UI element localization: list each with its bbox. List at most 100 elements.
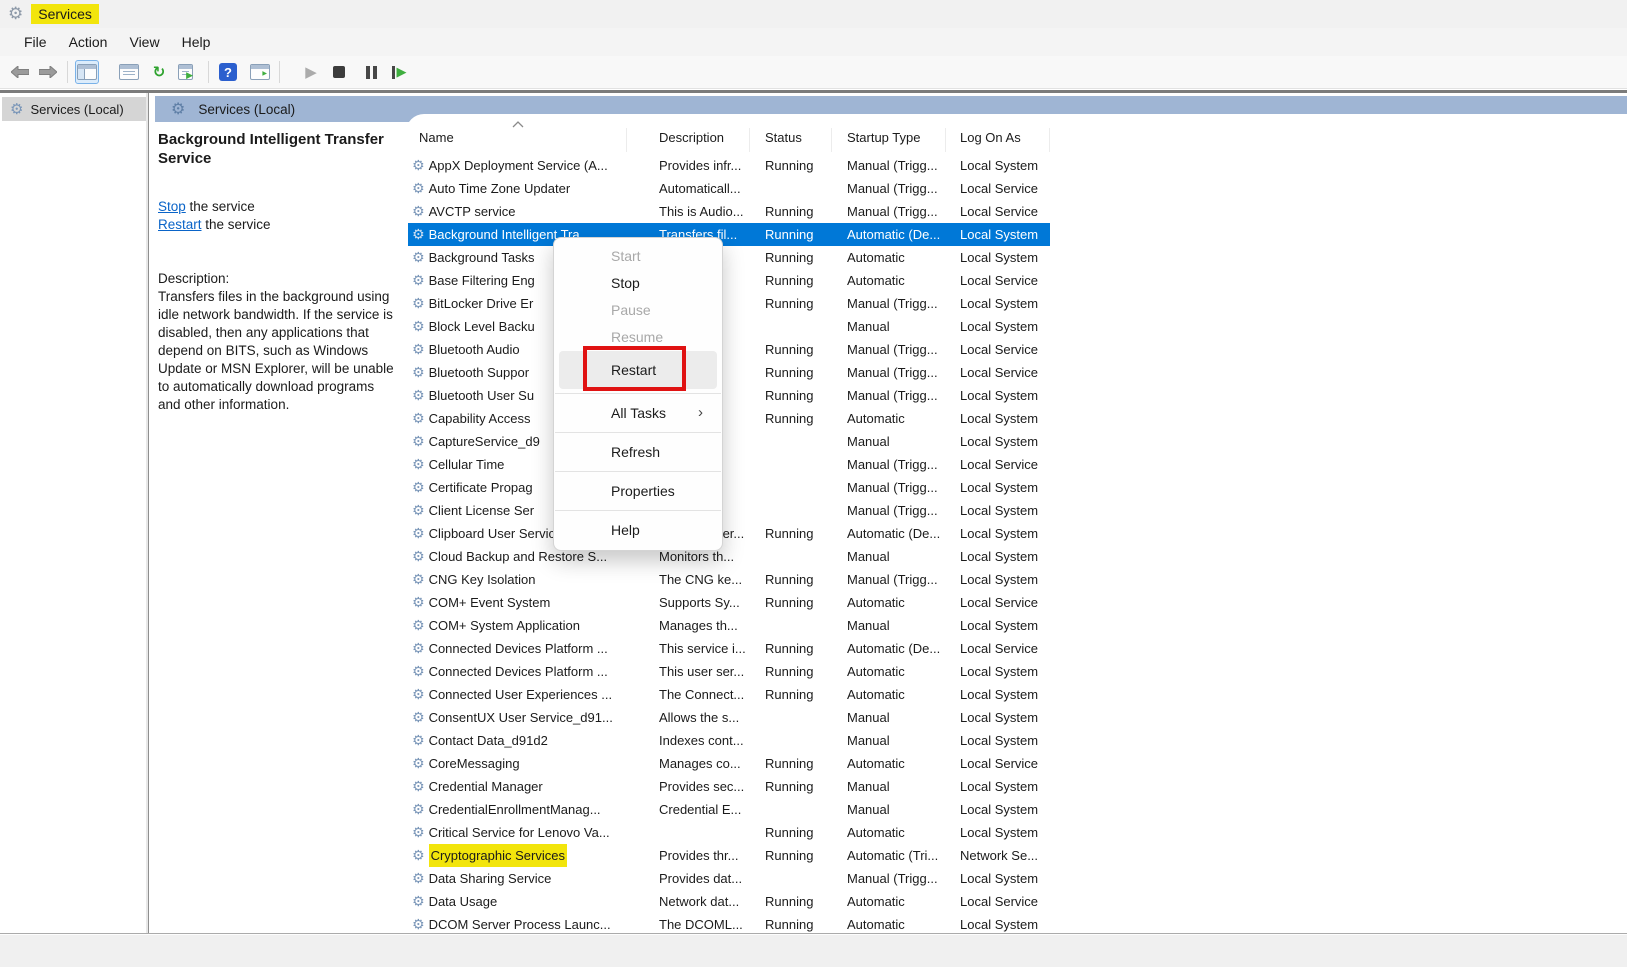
table-row[interactable]: ⚙ Contact Data_d91d2 Indexes cont... Man… xyxy=(408,729,1050,752)
restart-service-suffix: the service xyxy=(202,217,271,232)
table-row[interactable]: ⚙ Data Sharing Service Provides dat... M… xyxy=(408,867,1050,890)
service-startup-cell: Automatic xyxy=(832,591,946,614)
service-status-cell: Running xyxy=(750,361,832,384)
table-row[interactable]: ⚙ Capability Access Running Automatic Lo… xyxy=(408,407,1050,430)
services-window: ⚙ Services File Action View Help ↻ ▶ ? ▶… xyxy=(0,0,1627,967)
service-gear-icon: ⚙ xyxy=(412,734,425,748)
table-row[interactable]: ⚙ Data Usage Network dat... Running Auto… xyxy=(408,890,1050,913)
column-header-status[interactable]: Status xyxy=(750,128,832,152)
context-menu-item-properties[interactable]: Properties › xyxy=(559,476,717,506)
service-logon-cell: Local Service xyxy=(946,269,1050,292)
result-pane-title: Services (Local) xyxy=(198,102,295,117)
show-console-tree-icon[interactable] xyxy=(75,60,99,84)
service-logon-cell: Local System xyxy=(946,499,1050,522)
service-startup-cell: Automatic xyxy=(832,752,946,775)
show-action-pane-icon[interactable] xyxy=(248,60,272,84)
pause-service-icon[interactable] xyxy=(359,60,383,84)
service-status-cell: Running xyxy=(750,269,832,292)
table-row[interactable]: ⚙ Cryptographic Services Provides thr...… xyxy=(408,844,1050,867)
service-description-cell: The CNG ke... xyxy=(627,568,750,591)
context-menu-item-help[interactable]: Help › xyxy=(559,515,717,545)
context-menu-item-stop[interactable]: Stop › xyxy=(559,270,717,297)
column-header-description[interactable]: Description xyxy=(627,128,750,152)
table-row[interactable]: ⚙ AppX Deployment Service (A... Provides… xyxy=(408,154,1050,177)
service-gear-icon: ⚙ xyxy=(412,320,425,334)
menu-help[interactable]: Help xyxy=(171,31,222,53)
service-logon-cell: Local System xyxy=(946,798,1050,821)
table-row[interactable]: ⚙ Clipboard User Service_d91d2 This user… xyxy=(408,522,1050,545)
column-header-startup-type[interactable]: Startup Type xyxy=(832,128,946,152)
service-gear-icon: ⚙ xyxy=(412,228,425,242)
stop-service-link[interactable]: Stop xyxy=(158,199,186,214)
service-startup-cell: Automatic xyxy=(832,246,946,269)
service-startup-cell: Manual (Trigg... xyxy=(832,476,946,499)
toolbar-separator xyxy=(67,61,68,83)
table-row[interactable]: ⚙ Bluetooth User Su Running Manual (Trig… xyxy=(408,384,1050,407)
services-header-icon: ⚙ xyxy=(171,101,185,117)
table-row[interactable]: ⚙ Connected Devices Platform ... This us… xyxy=(408,660,1050,683)
table-row[interactable]: ⚙ Cellular Time Manual (Trigg... Local S… xyxy=(408,453,1050,476)
context-menu-separator xyxy=(555,471,721,472)
service-startup-cell: Manual (Trigg... xyxy=(832,292,946,315)
table-row[interactable]: ⚙ CNG Key Isolation The CNG ke... Runnin… xyxy=(408,568,1050,591)
table-row[interactable]: ⚙ Cloud Backup and Restore S... Monitors… xyxy=(408,545,1050,568)
table-row[interactable]: ⚙ BitLocker Drive Er Running Manual (Tri… xyxy=(408,292,1050,315)
service-logon-cell: Local System xyxy=(946,154,1050,177)
context-menu-item-all-tasks[interactable]: All Tasks › xyxy=(559,398,717,428)
table-row[interactable]: ⚙ CaptureService_d9 Manual Local System xyxy=(408,430,1050,453)
table-row[interactable]: ⚙ Base Filtering Eng Running Automatic L… xyxy=(408,269,1050,292)
menu-view[interactable]: View xyxy=(118,31,170,53)
service-logon-cell: Local Service xyxy=(946,591,1050,614)
table-row[interactable]: ⚙ CoreMessaging Manages co... Running Au… xyxy=(408,752,1050,775)
table-row[interactable]: ⚙ CredentialEnrollmentManag... Credentia… xyxy=(408,798,1050,821)
table-row[interactable]: ⚙ Auto Time Zone Updater Automaticall...… xyxy=(408,177,1050,200)
extended-info-panel: Background Intelligent Transfer Service … xyxy=(158,130,400,414)
service-gear-icon: ⚙ xyxy=(412,688,425,702)
service-startup-cell: Manual xyxy=(832,798,946,821)
service-logon-cell: Network Se... xyxy=(946,844,1050,867)
service-status-cell: Running xyxy=(750,223,832,246)
table-row[interactable]: ⚙ Bluetooth Audio Running Manual (Trigg.… xyxy=(408,338,1050,361)
table-row[interactable]: ⚙ Connected User Experiences ... The Con… xyxy=(408,683,1050,706)
context-menu-item-start: Start › xyxy=(559,243,717,270)
service-logon-cell: Local System xyxy=(946,683,1050,706)
table-row[interactable]: ⚙ COM+ System Application Manages th... … xyxy=(408,614,1050,637)
start-service-icon[interactable]: ▶ xyxy=(299,60,323,84)
service-logon-cell: Local Service xyxy=(946,453,1050,476)
table-row[interactable]: ⚙ Background Intelligent Tra... Transfer… xyxy=(408,223,1050,246)
table-row[interactable]: ⚙ ConsentUX User Service_d91... Allows t… xyxy=(408,706,1050,729)
service-gear-icon: ⚙ xyxy=(412,895,425,909)
column-header-name[interactable]: Name xyxy=(408,128,627,152)
table-row[interactable]: ⚙ Background Tasks Running Automatic Loc… xyxy=(408,246,1050,269)
stop-service-icon[interactable] xyxy=(327,60,351,84)
context-menu-item-refresh[interactable]: Refresh › xyxy=(559,437,717,467)
table-row[interactable]: ⚙ Client License Ser Manual (Trigg... Lo… xyxy=(408,499,1050,522)
table-row[interactable]: ⚙ Credential Manager Provides sec... Run… xyxy=(408,775,1050,798)
table-row[interactable]: ⚙ COM+ Event System Supports Sy... Runni… xyxy=(408,591,1050,614)
restart-service-link[interactable]: Restart xyxy=(158,217,202,232)
service-gear-icon: ⚙ xyxy=(412,205,425,219)
service-startup-cell: Manual (Trigg... xyxy=(832,499,946,522)
table-row[interactable]: ⚙ Connected Devices Platform ... This se… xyxy=(408,637,1050,660)
service-description-cell: Credential E... xyxy=(627,798,750,821)
table-row[interactable]: ⚙ Critical Service for Lenovo Va... Runn… xyxy=(408,821,1050,844)
menu-action[interactable]: Action xyxy=(58,31,119,53)
refresh-icon[interactable]: ↻ xyxy=(147,60,171,84)
column-header-log-on-as[interactable]: Log On As xyxy=(946,128,1050,152)
back-icon[interactable] xyxy=(8,60,32,84)
restart-service-icon[interactable]: ▶ xyxy=(387,60,411,84)
table-row[interactable]: ⚙ Certificate Propag Manual (Trigg... Lo… xyxy=(408,476,1050,499)
service-name-cell: ⚙ Data Sharing Service xyxy=(408,867,627,890)
tree-item-services-local[interactable]: ⚙ Services (Local) xyxy=(2,97,146,121)
context-menu-separator xyxy=(555,510,721,511)
table-row[interactable]: ⚙ Bluetooth Suppor Running Manual (Trigg… xyxy=(408,361,1050,384)
show-properties-icon[interactable] xyxy=(117,60,141,84)
menu-file[interactable]: File xyxy=(13,31,58,53)
stop-service-line: Stop the service xyxy=(158,198,400,216)
export-list-icon[interactable]: ▶ xyxy=(177,60,201,84)
help-icon[interactable]: ? xyxy=(216,60,240,84)
service-status-cell xyxy=(750,614,832,637)
table-row[interactable]: ⚙ AVCTP service This is Audio... Running… xyxy=(408,200,1050,223)
table-row[interactable]: ⚙ Block Level Backu Manual Local System xyxy=(408,315,1050,338)
forward-icon[interactable] xyxy=(36,60,60,84)
